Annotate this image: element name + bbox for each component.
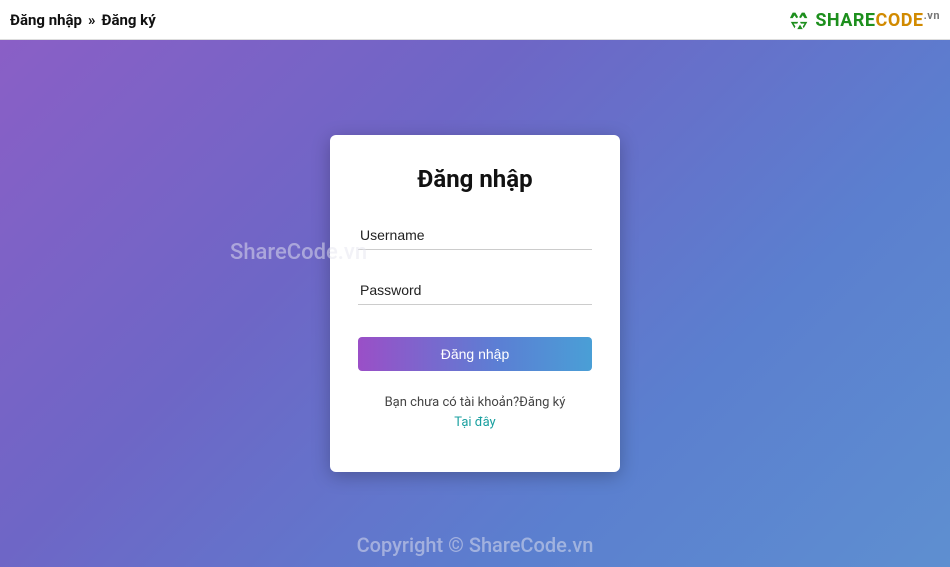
top-navbar: Đăng nhập » Đăng ký SHARECODE.vn: [0, 0, 950, 40]
password-input[interactable]: [358, 276, 592, 305]
copyright-watermark: Copyright © ShareCode.vn: [357, 533, 594, 557]
signup-here-link[interactable]: Tại đây: [358, 413, 592, 433]
nav-register-link[interactable]: Đăng ký: [101, 11, 155, 29]
username-field-wrap: [358, 221, 592, 250]
login-button[interactable]: Đăng nhập: [358, 337, 592, 371]
recycle-icon: [789, 9, 811, 31]
login-title: Đăng nhập: [358, 165, 592, 193]
password-field-wrap: [358, 276, 592, 305]
logo-text: SHARECODE.vn: [815, 9, 940, 31]
login-card: Đăng nhập Đăng nhập Bạn chưa có tài khoả…: [330, 135, 620, 472]
nav-left: Đăng nhập » Đăng ký: [10, 11, 156, 29]
nav-login-link[interactable]: Đăng nhập: [10, 11, 82, 29]
username-input[interactable]: [358, 221, 592, 250]
signup-prompt-text: Bạn chưa có tài khoản?Đăng ký: [385, 395, 566, 410]
nav-separator-icon: »: [88, 11, 96, 29]
main-background: ShareCode.vn Đăng nhập Đăng nhập Bạn chư…: [0, 40, 950, 567]
signup-prompt-wrap: Bạn chưa có tài khoản?Đăng ký Tại đây: [358, 393, 592, 432]
site-logo[interactable]: SHARECODE.vn: [789, 9, 940, 31]
